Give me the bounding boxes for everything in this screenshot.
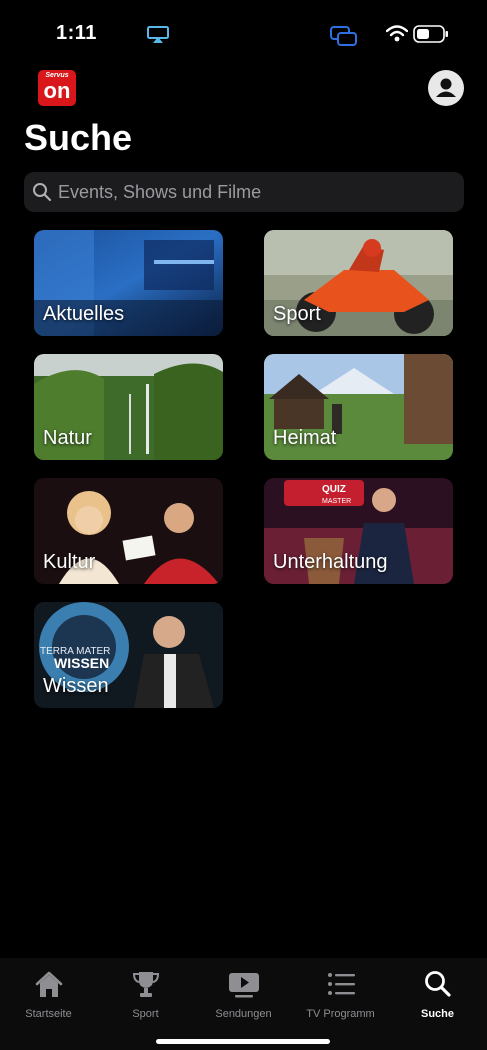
- category-tile-natur[interactable]: Natur: [34, 354, 223, 460]
- category-label: Kultur: [43, 551, 96, 573]
- quiz-master-subtitle: MASTER: [322, 498, 351, 505]
- status-bar: 1:11: [0, 0, 487, 66]
- page-title: Suche: [24, 117, 133, 158]
- category-tile-unterhaltung[interactable]: QUIZ MASTER Unterhaltung: [264, 478, 453, 584]
- tab-label: Sport: [132, 1008, 159, 1020]
- tab-label: Sendungen: [215, 1008, 272, 1020]
- tab-tv-programm[interactable]: TV Programm: [292, 964, 389, 1024]
- person-icon: [436, 78, 456, 97]
- quiz-master-title: QUIZ: [322, 484, 346, 495]
- screen-mirroring-icon: [330, 26, 357, 46]
- home-indicator: [156, 1039, 330, 1044]
- tab-startseite[interactable]: Startseite: [0, 964, 97, 1024]
- logo-on-text: on: [43, 78, 71, 103]
- category-label: Heimat: [273, 427, 337, 449]
- battery-icon: [413, 25, 448, 43]
- profile-button[interactable]: [428, 70, 464, 106]
- category-tile-heimat[interactable]: Heimat: [264, 354, 453, 460]
- list-icon: [328, 973, 355, 995]
- search-icon: [33, 183, 52, 202]
- home-icon: [35, 971, 63, 997]
- status-time: 1:11: [56, 22, 97, 44]
- wissen-logo-text: WISSEN: [54, 655, 109, 671]
- category-tile-sport[interactable]: Sport: [264, 230, 453, 336]
- category-label: Unterhaltung: [273, 551, 388, 573]
- airplay-icon: [147, 26, 169, 43]
- category-tile-kultur[interactable]: Kultur: [34, 478, 223, 584]
- search-bar[interactable]: [24, 172, 464, 212]
- play-icon: [229, 973, 259, 998]
- category-label: Sport: [273, 303, 321, 325]
- category-label: Natur: [43, 427, 92, 449]
- tab-suche[interactable]: Suche: [389, 964, 486, 1024]
- app-logo[interactable]: Servus on: [38, 70, 76, 106]
- wifi-icon: [386, 25, 408, 42]
- search-input[interactable]: [58, 172, 453, 212]
- category-tile-wissen[interactable]: TERRA MATER WISSEN Wissen: [34, 602, 223, 708]
- tab-label: Suche: [420, 1008, 454, 1020]
- category-label: Wissen: [43, 675, 109, 697]
- tab-sendungen[interactable]: Sendungen: [195, 964, 292, 1024]
- category-tile-aktuelles[interactable]: Aktuelles: [34, 230, 223, 336]
- tab-label: TV Programm: [306, 1008, 375, 1020]
- trophy-icon: [132, 972, 160, 997]
- tab-label: Startseite: [25, 1008, 72, 1020]
- search-icon: [425, 971, 451, 997]
- tab-bar: Startseite Sport Sendungen TV Programm S…: [0, 958, 487, 1050]
- tab-sport[interactable]: Sport: [97, 964, 194, 1024]
- category-label: Aktuelles: [43, 303, 125, 325]
